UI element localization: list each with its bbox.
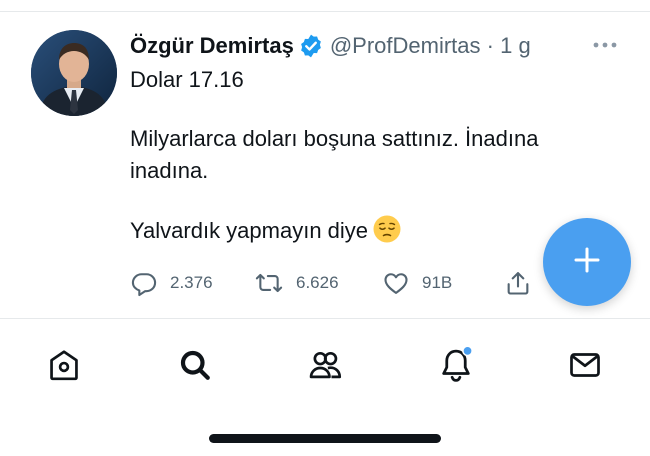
tweet-header: Özgür Demirtaş @ProfDemirtas · 1 g [130, 30, 531, 60]
tweet-text: Dolar 17.16 Milyarlarca doları boşuna sa… [130, 64, 610, 247]
search-icon [177, 347, 213, 388]
tweet-timestamp[interactable]: 1 g [500, 33, 531, 58]
bell-icon [436, 344, 476, 390]
reply-button[interactable]: 2.376 [130, 268, 213, 298]
author-name[interactable]: Özgür Demirtaş [130, 33, 294, 58]
pensive-face-emoji-icon [372, 214, 402, 244]
reply-count: 2.376 [170, 273, 213, 292]
tab-home[interactable] [44, 347, 84, 387]
retweet-button[interactable]: 6.626 [254, 268, 339, 298]
tweet-text-line: Milyarlarca doları boşuna sattınız. İnad… [130, 126, 539, 183]
tweet-text-line: Yalvardık yapmayın diye [130, 214, 610, 247]
like-button[interactable]: 91B [382, 268, 452, 298]
compose-tweet-button[interactable] [543, 218, 631, 306]
previous-tweet-bottom-border [0, 0, 650, 12]
heart-icon [382, 269, 410, 297]
bottom-tab-bar [0, 319, 650, 407]
retweet-count: 6.626 [296, 273, 339, 292]
share-button[interactable] [504, 268, 532, 298]
tab-communities[interactable] [305, 347, 345, 387]
avatar[interactable] [31, 30, 117, 116]
tweet-text-span: Yalvardık yapmayın diye [130, 218, 369, 243]
home-indicator[interactable] [209, 434, 441, 443]
plus-icon [570, 243, 604, 282]
tab-messages[interactable] [565, 347, 605, 387]
tab-search[interactable] [175, 347, 215, 387]
tweet-text-line: Dolar 17.16 [130, 67, 244, 92]
tweet-actions: 2.376 6.626 91B [130, 268, 540, 298]
author-handle[interactable]: @ProfDemirtas [330, 33, 481, 58]
like-count: 91B [422, 273, 453, 292]
retweet-icon [254, 269, 284, 297]
verified-badge-icon [298, 33, 324, 59]
reply-icon [130, 269, 158, 297]
more-options-icon[interactable] [590, 36, 620, 54]
envelope-icon [567, 347, 603, 388]
tab-notifications[interactable] [436, 344, 476, 390]
separator-dot: · [486, 33, 494, 59]
communities-icon [306, 346, 344, 389]
home-icon [46, 347, 82, 388]
share-icon [504, 269, 532, 297]
